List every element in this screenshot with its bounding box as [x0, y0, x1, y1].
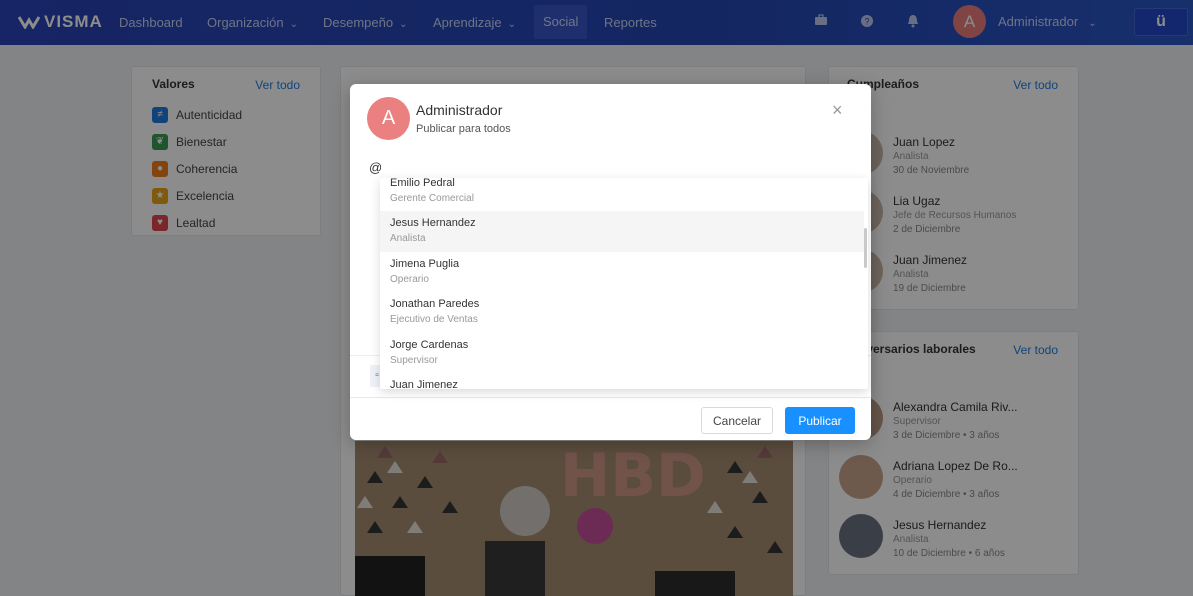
publish-button[interactable]: Publicar	[785, 407, 855, 434]
mention-role: Gerente Comercial	[390, 193, 474, 204]
mention-suggestions-dropdown[interactable]: Emilio Pedral Gerente Comercial Jesus He…	[380, 178, 868, 389]
mention-role: Ejecutivo de Ventas	[390, 314, 478, 326]
mention-role: Analista	[390, 233, 426, 245]
mention-option[interactable]: Jesus Hernandez Analista	[380, 211, 864, 252]
post-audience: Publicar para todos	[416, 123, 511, 135]
mention-list: Emilio Pedral Gerente Comercial Jesus He…	[380, 178, 864, 389]
mention-name: Emilio Pedral	[390, 178, 455, 189]
mention-option[interactable]: Jonathan Paredes Ejecutivo de Ventas	[380, 292, 864, 332]
mention-option[interactable]: Jorge Cardenas Supervisor	[380, 333, 864, 373]
mention-option[interactable]: Emilio Pedral Gerente Comercial	[380, 178, 864, 211]
mention-option[interactable]: Juan Jimenez	[380, 373, 864, 389]
mention-name: Jesus Hernandez	[390, 217, 476, 230]
footer-divider	[350, 397, 871, 398]
mention-name: Jimena Puglia	[390, 257, 460, 270]
mention-role: Operario	[390, 273, 429, 285]
mention-role: Supervisor	[390, 354, 438, 366]
mention-option[interactable]: Jimena Puglia Operario	[380, 252, 864, 292]
cancel-button[interactable]: Cancelar	[701, 407, 773, 434]
post-text-input[interactable]	[369, 156, 849, 178]
author-name: Administrador	[416, 102, 503, 118]
mention-name: Jonathan Paredes	[390, 298, 480, 311]
dropdown-scrollbar[interactable]	[864, 228, 867, 268]
close-icon[interactable]: ×	[832, 100, 843, 121]
mention-name: Juan Jimenez	[390, 378, 458, 389]
mention-name: Jorge Cardenas	[390, 338, 469, 351]
author-avatar: A	[367, 97, 410, 140]
